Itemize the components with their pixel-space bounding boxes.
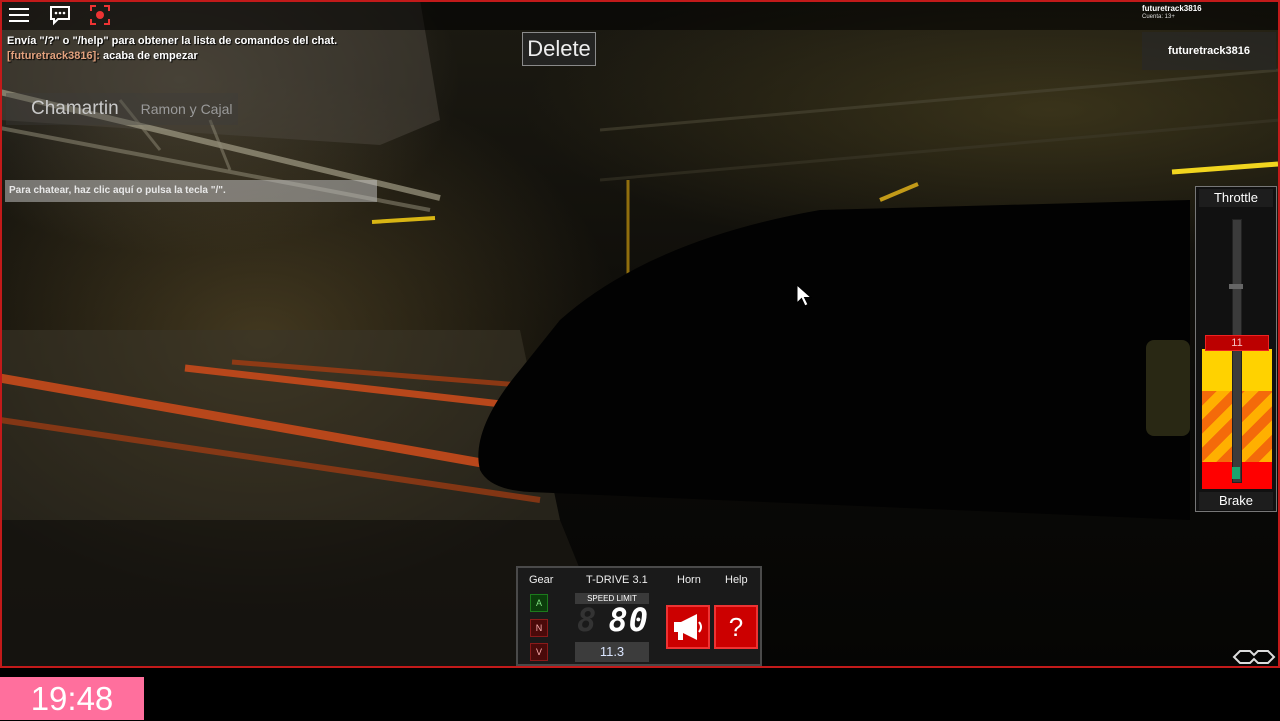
chat-message: Envía "/?" o "/help" para obtener la lis…: [7, 34, 337, 49]
horn-header: Horn: [677, 574, 701, 586]
mouse-cursor-icon: [796, 284, 813, 307]
megaphone-icon: [674, 614, 702, 640]
speed-limit-display: SPEED LIMIT 8 80: [575, 593, 649, 637]
current-station: Chamartin: [31, 98, 119, 119]
help-button[interactable]: ?: [714, 605, 758, 649]
top-bar: futuretrack3816 Cuenta: 13+: [0, 0, 1280, 30]
gear-v-button[interactable]: V: [530, 643, 548, 661]
hud-title: T-DRIVE 3.1: [586, 574, 648, 586]
chat-input[interactable]: Para chatear, haz clic aquí o pulsa la t…: [5, 180, 377, 202]
throttle-handle[interactable]: 11: [1205, 335, 1269, 351]
speed-limit-value: 80: [608, 601, 649, 639]
throttle-notch: [1229, 284, 1243, 289]
account-age: Cuenta: 13+: [1142, 14, 1175, 20]
gear-header: Gear: [529, 574, 554, 586]
brake-label: Brake: [1199, 492, 1273, 510]
account-info: futuretrack3816 Cuenta: 13+: [1142, 4, 1262, 22]
gear-a-button[interactable]: A: [530, 594, 548, 612]
help-header: Help: [725, 574, 748, 586]
chat-log: Envía "/?" o "/help" para obtener la lis…: [7, 34, 337, 64]
train-control-hud: Gear T-DRIVE 3.1 Horn Help A N V SPEED L…: [516, 566, 762, 666]
player-list[interactable]: futuretrack3816: [1142, 32, 1276, 70]
next-station: Ramon y Cajal: [140, 101, 233, 117]
vr-goggles-icon[interactable]: [1232, 648, 1276, 666]
throttle-track[interactable]: [1232, 219, 1242, 483]
throttle-label: Throttle: [1199, 189, 1273, 207]
gear-n-button[interactable]: N: [530, 619, 548, 637]
chat-text: Envía "/?" o "/help" para obtener la lis…: [7, 35, 338, 47]
station-display: Chamartin Ramon y Cajal: [6, 93, 239, 125]
throttle-panel: Throttle 11 Brake: [1195, 186, 1277, 512]
stream-clock: 19:48: [0, 677, 144, 720]
help-icon: ?: [728, 612, 744, 642]
throttle-indicator: [1232, 467, 1240, 479]
delete-button[interactable]: Delete: [522, 32, 596, 66]
chat-text: acaba de empezar: [99, 50, 198, 62]
horn-button[interactable]: [666, 605, 710, 649]
chat-icon[interactable]: [49, 4, 71, 26]
menu-icon[interactable]: [8, 4, 30, 26]
current-speed: 11.3: [575, 642, 649, 662]
record-icon[interactable]: [89, 4, 111, 26]
username: futuretrack3816: [1142, 4, 1202, 13]
chat-message: [futuretrack3816]: acaba de empezar: [7, 49, 337, 64]
chat-author: [futuretrack3816]:: [7, 50, 100, 62]
game-viewport[interactable]: futuretrack3816 Cuenta: 13+ Envía "/?" o…: [0, 0, 1280, 668]
player-name[interactable]: futuretrack3816: [1168, 45, 1250, 57]
